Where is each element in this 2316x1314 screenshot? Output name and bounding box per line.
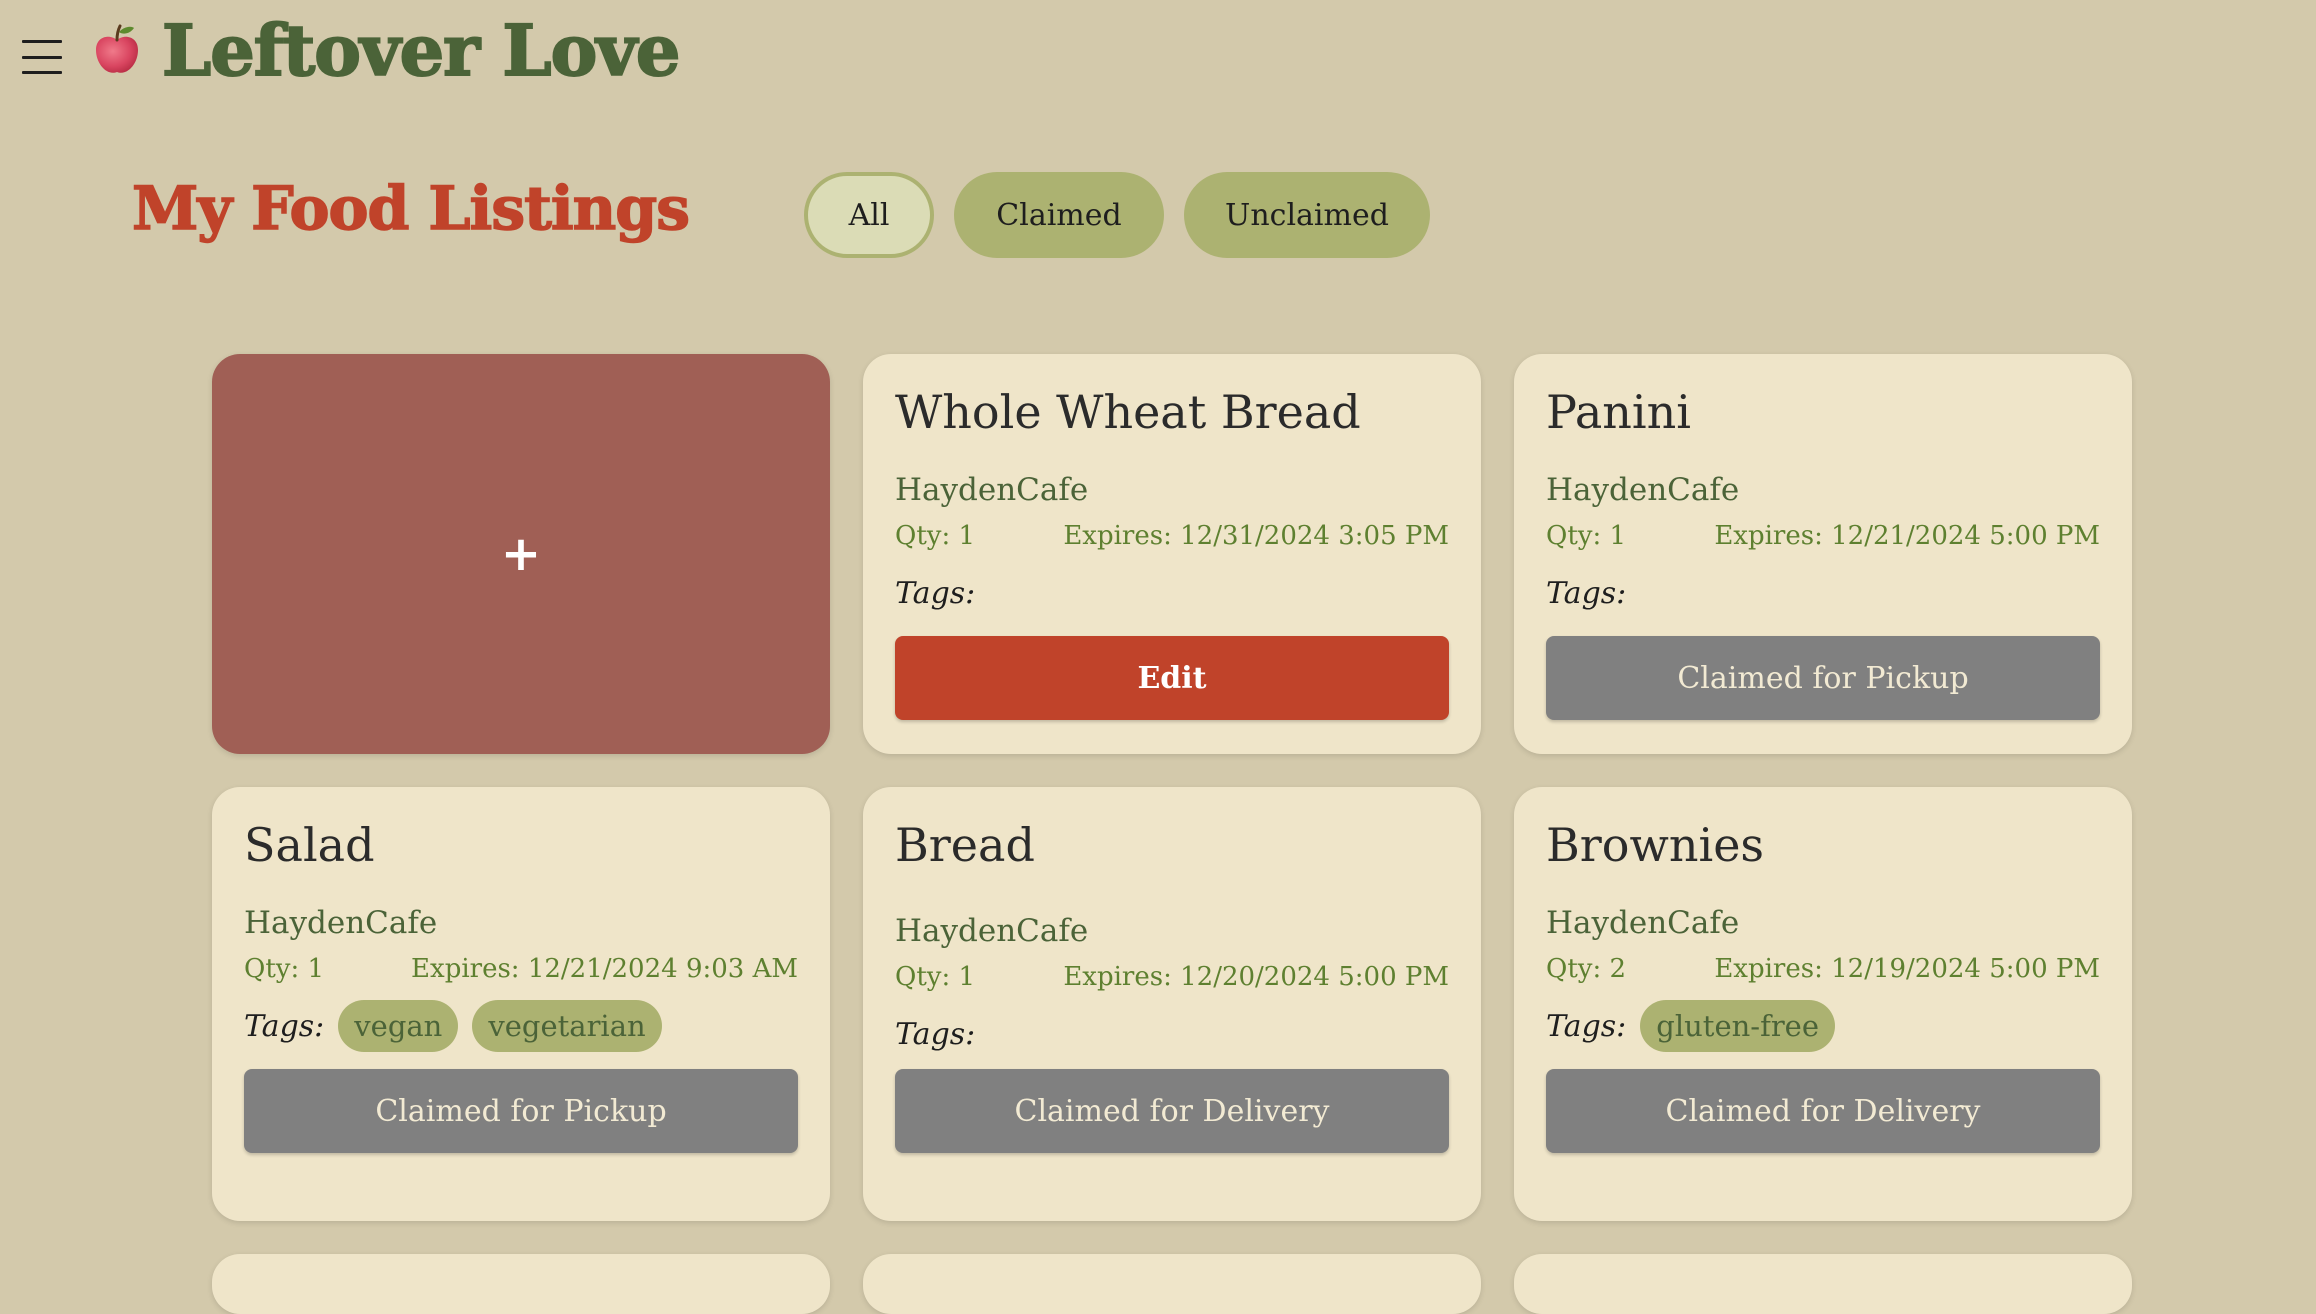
listing-title: Bread [895, 818, 1035, 872]
listing-title: Whole Wheat Bread [895, 385, 1361, 439]
listing-expiry: Expires: 12/21/2024 5:00 PM [1714, 521, 2100, 551]
filter-all-button[interactable]: All [804, 172, 934, 258]
listing-tags: Tags: [1546, 566, 2100, 620]
listing-tags: Tags: [895, 1007, 1449, 1061]
tag-pill: vegan [338, 1000, 459, 1052]
listing-card: Salad HaydenCafe Qty: 1 Expires: 12/21/2… [212, 787, 830, 1221]
filter-unclaimed-button[interactable]: Unclaimed [1184, 172, 1430, 258]
listing-quantity: Qty: 1 [895, 521, 976, 551]
listing-vendor: HaydenCafe [1546, 905, 1740, 941]
listing-vendor: HaydenCafe [895, 472, 1089, 508]
apple-icon [96, 24, 138, 73]
listing-card-partial [863, 1254, 1481, 1314]
listing-vendor: HaydenCafe [244, 905, 438, 941]
app-title[interactable]: Leftover Love [161, 6, 681, 96]
edit-button[interactable]: Edit [895, 636, 1449, 720]
tags-label: Tags: [244, 1008, 325, 1044]
filter-claimed-button[interactable]: Claimed [954, 172, 1164, 258]
listing-card: Whole Wheat Bread HaydenCafe Qty: 1 Expi… [863, 354, 1481, 754]
tags-label: Tags: [895, 575, 976, 611]
listing-quantity: Qty: 1 [1546, 521, 1627, 551]
listing-meta: Qty: 1 Expires: 12/21/2024 5:00 PM [1546, 518, 2100, 554]
tag-pill: vegetarian [472, 1000, 662, 1052]
listing-title: Brownies [1546, 818, 1765, 872]
listing-title: Panini [1546, 385, 1691, 439]
tags-label: Tags: [895, 1016, 976, 1052]
hamburger-menu-icon[interactable] [22, 40, 62, 74]
filter-bar: All Claimed Unclaimed [804, 172, 1430, 258]
page-title: My Food Listings [131, 173, 691, 245]
top-bar: Leftover Love [0, 0, 2316, 110]
listing-card: Bread HaydenCafe Qty: 1 Expires: 12/20/2… [863, 787, 1481, 1221]
listing-quantity: Qty: 1 [895, 962, 976, 992]
listing-tags: Tags: [895, 566, 1449, 620]
listing-card: Brownies HaydenCafe Qty: 2 Expires: 12/1… [1514, 787, 2132, 1221]
listing-card-partial [212, 1254, 830, 1314]
listing-card: Panini HaydenCafe Qty: 1 Expires: 12/21/… [1514, 354, 2132, 754]
listing-title: Salad [244, 818, 375, 872]
claimed-status-button[interactable]: Claimed for Pickup [1546, 636, 2100, 720]
listing-meta: Qty: 1 Expires: 12/20/2024 5:00 PM [895, 959, 1449, 995]
listing-meta: Qty: 1 Expires: 12/21/2024 9:03 AM [244, 951, 798, 987]
claimed-status-button[interactable]: Claimed for Pickup [244, 1069, 798, 1153]
tags-label: Tags: [1546, 1008, 1627, 1044]
listing-expiry: Expires: 12/31/2024 3:05 PM [1063, 521, 1449, 551]
tags-label: Tags: [1546, 575, 1627, 611]
tag-pill: gluten-free [1640, 1000, 1836, 1052]
claimed-status-button[interactable]: Claimed for Delivery [1546, 1069, 2100, 1153]
listing-tags: Tags: gluten-free [1546, 999, 2100, 1053]
listing-expiry: Expires: 12/21/2024 9:03 AM [411, 954, 798, 984]
listing-card-partial [1514, 1254, 2132, 1314]
listing-meta: Qty: 2 Expires: 12/19/2024 5:00 PM [1546, 951, 2100, 987]
listing-quantity: Qty: 1 [244, 954, 325, 984]
plus-icon: + [500, 526, 542, 582]
listing-vendor: HaydenCafe [895, 913, 1089, 949]
listing-expiry: Expires: 12/20/2024 5:00 PM [1063, 962, 1449, 992]
claimed-status-button[interactable]: Claimed for Delivery [895, 1069, 1449, 1153]
listing-expiry: Expires: 12/19/2024 5:00 PM [1714, 954, 2100, 984]
listing-meta: Qty: 1 Expires: 12/31/2024 3:05 PM [895, 518, 1449, 554]
add-listing-button[interactable]: + [212, 354, 830, 754]
listing-quantity: Qty: 2 [1546, 954, 1627, 984]
listing-tags: Tags: vegan vegetarian [244, 999, 798, 1053]
listing-vendor: HaydenCafe [1546, 472, 1740, 508]
